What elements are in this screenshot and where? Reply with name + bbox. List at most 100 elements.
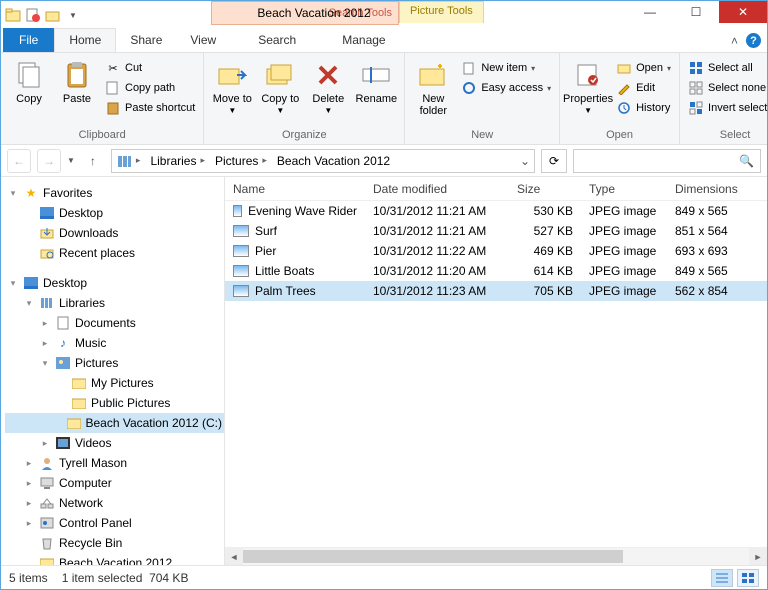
back-button[interactable]: ← xyxy=(7,149,31,173)
breadcrumb-pictures[interactable]: Pictures▸ xyxy=(211,154,273,168)
delete-icon xyxy=(312,59,344,91)
image-thumbnail-icon xyxy=(233,205,242,217)
breadcrumb-libraries[interactable]: Libraries▸ xyxy=(146,154,211,168)
file-row[interactable]: Palm Trees10/31/2012 11:23 AM705 KBJPEG … xyxy=(225,281,767,301)
tree-desktop[interactable]: ▾Desktop xyxy=(5,273,224,293)
file-row[interactable]: Little Boats10/31/2012 11:20 AM614 KBJPE… xyxy=(225,261,767,281)
scroll-right-icon[interactable]: ► xyxy=(749,548,767,565)
column-headers[interactable]: Name Date modified Size Type Dimensions xyxy=(225,177,767,201)
file-name: Surf xyxy=(255,224,277,238)
copy-to-button[interactable]: Copy to▼ xyxy=(258,57,302,116)
history-button[interactable]: History xyxy=(614,99,673,117)
tree-user[interactable]: ▸Tyrell Mason xyxy=(5,453,224,473)
view-details-button[interactable] xyxy=(711,569,733,587)
tree-fav-desktop[interactable]: Desktop xyxy=(5,203,224,223)
minimize-button[interactable]: — xyxy=(627,1,673,23)
easy-access-button[interactable]: Easy access▾ xyxy=(459,79,553,97)
file-list-pane: Name Date modified Size Type Dimensions … xyxy=(225,177,767,565)
new-item-button[interactable]: New item▾ xyxy=(459,59,553,77)
invert-selection-button[interactable]: Invert selection xyxy=(686,99,768,117)
navigation-pane[interactable]: ▾★Favorites Desktop Downloads Recent pla… xyxy=(1,177,225,565)
tree-beach-vacation-root[interactable]: Beach Vacation 2012 xyxy=(5,553,224,565)
cut-button[interactable]: ✂Cut xyxy=(103,59,197,77)
move-to-button[interactable]: Move to▼ xyxy=(210,57,254,116)
open-button[interactable]: Open▾ xyxy=(614,59,673,77)
view-thumbnails-button[interactable] xyxy=(737,569,759,587)
scroll-thumb[interactable] xyxy=(243,550,623,563)
properties-button[interactable]: Properties▼ xyxy=(566,57,610,117)
up-button[interactable]: ↑ xyxy=(81,149,105,173)
group-label-clipboard: Clipboard xyxy=(7,129,197,142)
copy-button[interactable]: Copy xyxy=(7,57,51,117)
qat-properties-icon[interactable] xyxy=(25,7,41,23)
col-name[interactable]: Name xyxy=(225,182,365,196)
address-dropdown-icon[interactable]: ⌄ xyxy=(520,154,530,168)
tree-music[interactable]: ▸♪Music xyxy=(5,333,224,353)
tab-home[interactable]: Home xyxy=(54,28,116,52)
tree-videos[interactable]: ▸Videos xyxy=(5,433,224,453)
delete-button[interactable]: Delete▼ xyxy=(306,57,350,116)
control-panel-icon xyxy=(39,515,55,531)
recycle-bin-icon xyxy=(39,535,55,551)
paste-button[interactable]: Paste xyxy=(55,57,99,117)
forward-button[interactable]: → xyxy=(37,149,61,173)
computer-icon xyxy=(39,475,55,491)
paste-icon xyxy=(61,59,93,91)
tree-public-pictures[interactable]: Public Pictures xyxy=(5,393,224,413)
file-list[interactable]: Evening Wave Rider10/31/2012 11:21 AM530… xyxy=(225,201,767,547)
file-row[interactable]: Pier10/31/2012 11:22 AM469 KBJPEG image6… xyxy=(225,241,767,261)
file-row[interactable]: Evening Wave Rider10/31/2012 11:21 AM530… xyxy=(225,201,767,221)
select-none-button[interactable]: Select none xyxy=(686,79,768,97)
tab-file[interactable]: File xyxy=(3,28,54,52)
breadcrumb-current[interactable]: Beach Vacation 2012 xyxy=(273,154,394,168)
search-box[interactable]: 🔍 xyxy=(573,149,761,173)
tree-control-panel[interactable]: ▸Control Panel xyxy=(5,513,224,533)
col-size[interactable]: Size xyxy=(509,182,581,196)
tree-fav-downloads[interactable]: Downloads xyxy=(5,223,224,243)
folder-icon xyxy=(39,555,55,565)
copy-path-button[interactable]: Copy path xyxy=(103,79,197,97)
col-dimensions[interactable]: Dimensions xyxy=(667,182,757,196)
paste-shortcut-button[interactable]: Paste shortcut xyxy=(103,99,197,117)
tree-recycle-bin[interactable]: Recycle Bin xyxy=(5,533,224,553)
scroll-left-icon[interactable]: ◄ xyxy=(225,548,243,565)
videos-icon xyxy=(55,435,71,451)
status-item-count: 5 items xyxy=(9,571,48,585)
tab-share[interactable]: Share xyxy=(116,28,176,52)
file-row[interactable]: Surf10/31/2012 11:21 AM527 KBJPEG image8… xyxy=(225,221,767,241)
recent-locations-dropdown[interactable]: ▼ xyxy=(67,156,75,165)
tree-network[interactable]: ▸Network xyxy=(5,493,224,513)
documents-icon xyxy=(55,315,71,331)
tree-libraries[interactable]: ▾Libraries xyxy=(5,293,224,313)
file-date: 10/31/2012 11:20 AM xyxy=(365,264,509,278)
tab-manage[interactable]: Manage xyxy=(328,28,399,52)
contextual-tab-picture-tools[interactable]: Picture Tools xyxy=(399,1,484,23)
group-label-new: New xyxy=(411,129,553,142)
horizontal-scrollbar[interactable]: ◄ ► xyxy=(225,547,767,565)
tree-fav-recent[interactable]: Recent places xyxy=(5,243,224,263)
qat-dropdown-icon[interactable]: ▼ xyxy=(65,7,81,23)
tree-pictures[interactable]: ▾Pictures xyxy=(5,353,224,373)
tree-my-pictures[interactable]: My Pictures xyxy=(5,373,224,393)
status-bar: 5 items 1 item selected 704 KB xyxy=(1,565,767,589)
contextual-tab-search-tools[interactable]: Search Tools xyxy=(211,1,399,25)
tree-beach-vacation[interactable]: Beach Vacation 2012 (C:) xyxy=(5,413,224,433)
address-bar[interactable]: ▸ Libraries▸ Pictures▸ Beach Vacation 20… xyxy=(111,149,535,173)
tab-search[interactable]: Search xyxy=(244,28,310,52)
rename-button[interactable]: Rename xyxy=(354,57,398,116)
col-type[interactable]: Type xyxy=(581,182,667,196)
tab-view[interactable]: View xyxy=(176,28,230,52)
tree-documents[interactable]: ▸Documents xyxy=(5,313,224,333)
tree-favorites[interactable]: ▾★Favorites xyxy=(5,183,224,203)
minimize-ribbon-icon[interactable]: ˄ xyxy=(731,34,738,48)
close-button[interactable]: ✕ xyxy=(719,1,767,23)
refresh-button[interactable]: ⟳ xyxy=(541,149,567,173)
new-folder-button[interactable]: New folder xyxy=(411,57,455,117)
maximize-button[interactable]: ☐ xyxy=(673,1,719,23)
tree-computer[interactable]: ▸Computer xyxy=(5,473,224,493)
col-date[interactable]: Date modified xyxy=(365,182,509,196)
help-icon[interactable]: ? xyxy=(746,33,761,48)
qat-new-folder-icon[interactable] xyxy=(45,7,61,23)
select-all-button[interactable]: Select all xyxy=(686,59,768,77)
edit-button[interactable]: Edit xyxy=(614,79,673,97)
